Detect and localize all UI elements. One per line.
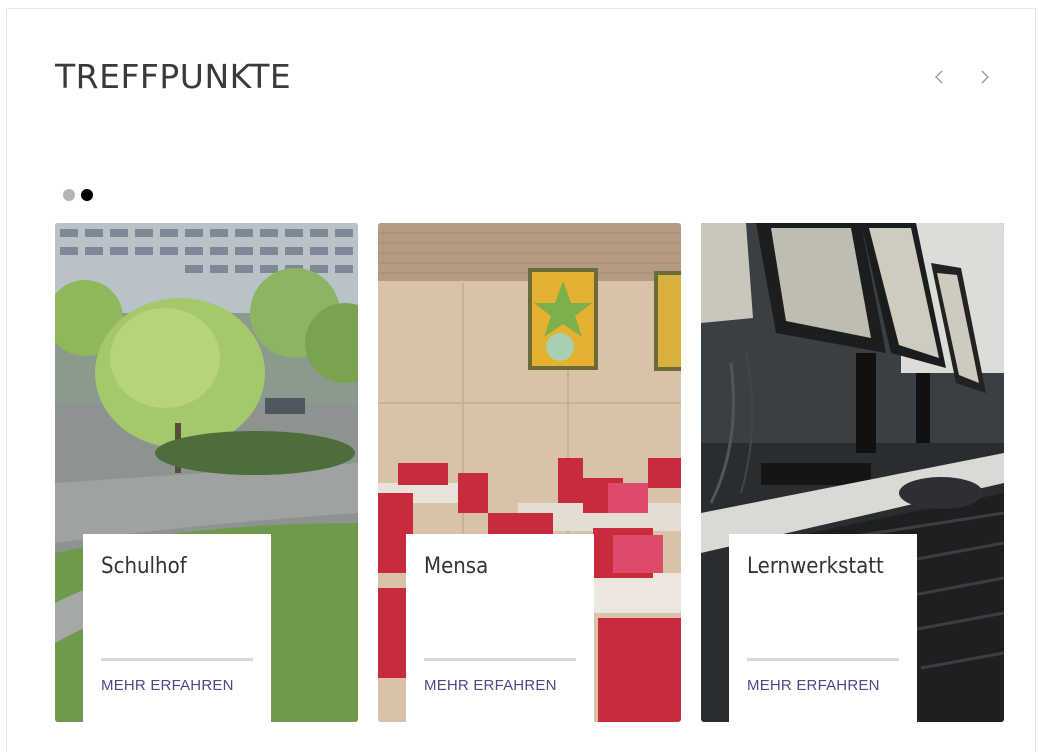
card-mensa[interactable]: Mensa MEHR ERFAHREN <box>378 223 681 722</box>
chevron-left-icon <box>935 70 943 84</box>
carousel-next-button[interactable] <box>973 65 997 89</box>
card-info-box: Lernwerkstatt MEHR ERFAHREN <box>729 534 917 722</box>
pagination-dot-2[interactable] <box>81 189 93 201</box>
carousel-pagination <box>63 189 93 201</box>
card-title: Mensa <box>424 554 489 579</box>
carousel-prev-button[interactable] <box>927 65 951 89</box>
chevron-right-icon <box>981 70 989 84</box>
card-divider <box>424 658 576 661</box>
card-title: Lernwerkstatt <box>747 554 884 579</box>
card-lernwerkstatt[interactable]: Lernwerkstatt MEHR ERFAHREN <box>701 223 1004 722</box>
card-title: Schulhof <box>101 554 187 579</box>
section-title: TREFFPUNKTE <box>55 57 292 96</box>
card-divider <box>101 658 253 661</box>
card-divider <box>747 658 899 661</box>
mehr-erfahren-link[interactable]: MEHR ERFAHREN <box>101 677 234 694</box>
card-info-box: Mensa MEHR ERFAHREN <box>406 534 594 722</box>
mehr-erfahren-link[interactable]: MEHR ERFAHREN <box>424 677 557 694</box>
card-info-box: Schulhof MEHR ERFAHREN <box>83 534 271 722</box>
pagination-dot-1[interactable] <box>63 189 75 201</box>
treffpunkte-section: TREFFPUNKTE Schulhof MEHR ERFAHREN Mensa… <box>6 8 1036 752</box>
card-schulhof[interactable]: Schulhof MEHR ERFAHREN <box>55 223 358 722</box>
mehr-erfahren-link[interactable]: MEHR ERFAHREN <box>747 677 880 694</box>
